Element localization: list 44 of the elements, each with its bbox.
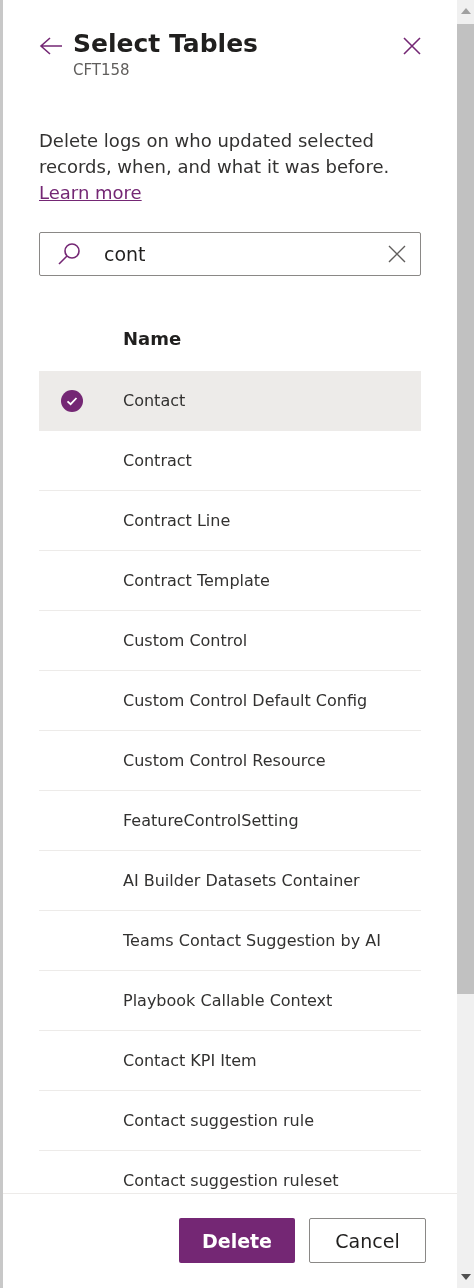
table-row[interactable]: Contact suggestion rule xyxy=(39,1091,421,1151)
table-cell: Contact suggestion ruleset xyxy=(123,1171,339,1190)
table-cell: Custom Control xyxy=(123,631,248,650)
checkmark-icon xyxy=(61,389,83,412)
table-row[interactable]: Teams Contact Suggestion by AI xyxy=(39,911,421,971)
table-row[interactable]: Contract xyxy=(39,431,421,491)
learn-more-link[interactable]: Learn more xyxy=(39,182,142,203)
table-row[interactable]: Contact KPI Item xyxy=(39,1031,421,1091)
panel-title: Select Tables xyxy=(73,28,258,60)
table-cell: Contract Line xyxy=(123,511,231,530)
table-cell: Custom Control Default Config xyxy=(123,691,368,710)
table-row[interactable]: Contract Template xyxy=(39,551,421,611)
description-text: Delete logs on who updated selected records, when, and what it was before. xyxy=(39,130,390,177)
table-cell: Teams Contact Suggestion by AI xyxy=(123,931,381,950)
search-icon xyxy=(56,241,82,267)
table-row[interactable]: Contact xyxy=(39,371,421,431)
table-cell: Contract Template xyxy=(123,571,270,590)
table-row[interactable]: FeatureControlSetting xyxy=(39,791,421,851)
scroll-down-icon[interactable] xyxy=(460,1274,471,1280)
search-input[interactable]: cont xyxy=(104,243,388,265)
panel-subtitle: CFT158 xyxy=(73,60,131,80)
clear-icon[interactable] xyxy=(388,245,406,263)
table-row[interactable]: Contract Line xyxy=(39,491,421,551)
table-row[interactable]: AI Builder Datasets Container xyxy=(39,851,421,911)
table-row[interactable]: Contact suggestion ruleset xyxy=(39,1151,421,1193)
table-cell: Contact KPI Item xyxy=(123,1051,257,1070)
column-header[interactable]: Name xyxy=(123,328,182,349)
table-cell: Custom Control Resource xyxy=(123,751,326,770)
table-cell: AI Builder Datasets Container xyxy=(123,871,360,890)
table-cell: FeatureControlSetting xyxy=(123,811,299,830)
cancel-button[interactable]: Cancel xyxy=(309,1218,426,1263)
table-row[interactable]: Custom Control Resource xyxy=(39,731,421,791)
table-cell: Contact xyxy=(123,391,186,410)
scrollbar[interactable] xyxy=(457,0,474,1288)
search-field[interactable]: cont xyxy=(39,232,421,276)
table-cell: Contract xyxy=(123,451,192,470)
table-row[interactable]: Custom Control Default Config xyxy=(39,671,421,731)
delete-button[interactable]: Delete xyxy=(179,1218,295,1263)
table-cell: Playbook Callable Context xyxy=(123,991,333,1010)
table-row[interactable]: Custom Control xyxy=(39,611,421,671)
table-row[interactable]: Playbook Callable Context xyxy=(39,971,421,1031)
table-cell: Contact suggestion rule xyxy=(123,1111,315,1130)
close-icon[interactable] xyxy=(403,37,421,55)
back-arrow-icon[interactable] xyxy=(39,36,63,56)
